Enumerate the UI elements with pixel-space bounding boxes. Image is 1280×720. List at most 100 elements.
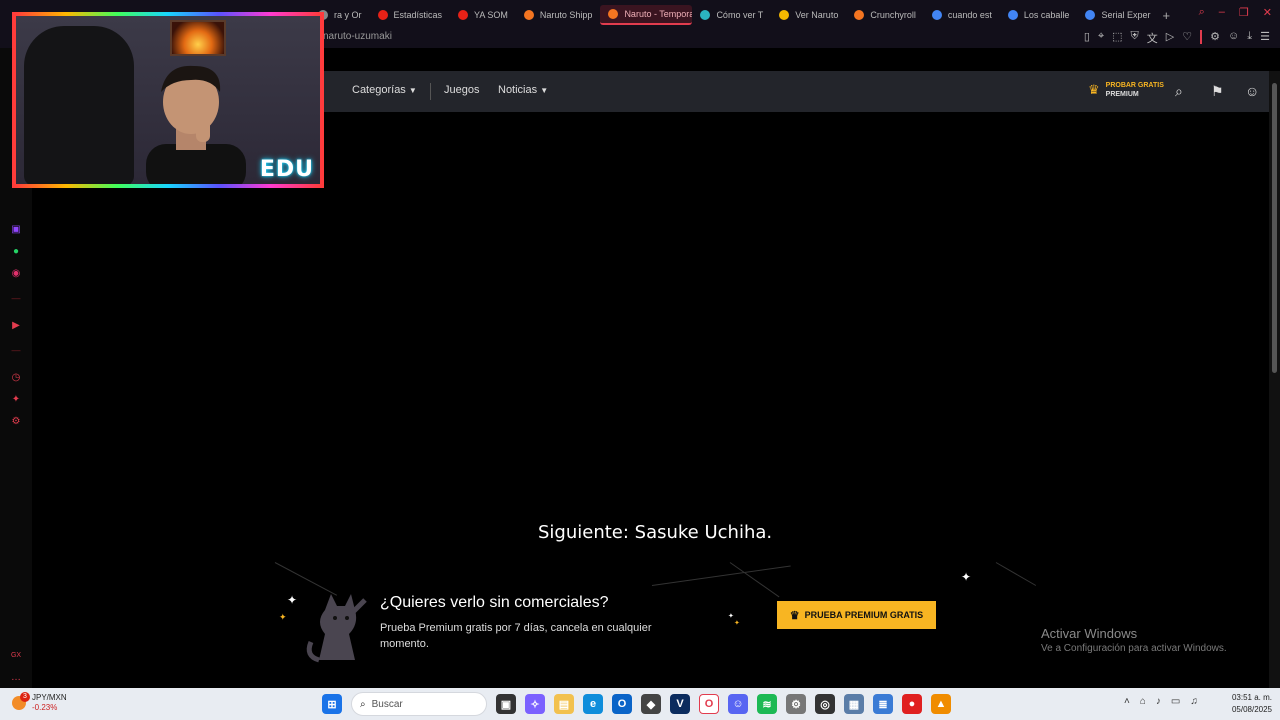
- more-icon[interactable]: …: [10, 672, 22, 684]
- gx-logo-icon[interactable]: GX: [10, 650, 22, 662]
- search-tabs-icon[interactable]: ⌕: [1199, 6, 1205, 19]
- close-icon[interactable]: ✕: [1263, 6, 1272, 19]
- menu-icon[interactable]: ☰: [1260, 30, 1270, 46]
- extensions-icon[interactable]: ✦: [10, 394, 22, 406]
- new-tab-button[interactable]: +: [1162, 8, 1170, 23]
- taskbar-clock[interactable]: 03:51 a. m. 05/08/2025: [1224, 692, 1272, 716]
- browser-tab[interactable]: Crunchyroll: [846, 5, 924, 25]
- browser-toolbar: ▯ ⌖ ⬚ ⛨ 文 ▷ ♡ ⚙ ☺ ⤓ ☰: [1084, 30, 1270, 46]
- profile-icon[interactable]: ☺: [1228, 30, 1239, 46]
- microphone-icon[interactable]: ♪: [1156, 696, 1161, 707]
- stock-ticker-widget[interactable]: 3 JPY/MXN -0.23%: [12, 692, 67, 713]
- player-icon[interactable]: ▷: [1166, 30, 1174, 46]
- tab-favicon-icon: [608, 9, 619, 19]
- edge-icon[interactable]: e: [583, 694, 603, 714]
- whatsapp-icon[interactable]: ●: [10, 246, 22, 258]
- browser-tab[interactable]: Cómo ver T: [692, 5, 771, 25]
- translate-icon[interactable]: 文: [1147, 30, 1158, 46]
- ticker-change: -0.23%: [32, 703, 58, 712]
- file-explorer-icon[interactable]: ▤: [554, 694, 574, 714]
- recorder-icon[interactable]: ●: [902, 694, 922, 714]
- webcam-overlay: EDU: [12, 12, 324, 188]
- sparkle-icon: ✦: [734, 620, 740, 627]
- browser-tab[interactable]: Naruto - Temporada 1: [600, 5, 693, 25]
- copilot-icon[interactable]: ✧: [525, 694, 545, 714]
- sparkle-icon: ✦: [728, 613, 734, 620]
- heart-icon[interactable]: ♡: [1182, 30, 1192, 46]
- browser-tab[interactable]: Ver Naruto: [771, 5, 846, 25]
- gaming-chair: [24, 26, 134, 184]
- premium-label: PROBAR GRATIS PREMIUM: [1106, 81, 1164, 99]
- try-premium-button[interactable]: ♛ PRUEBA PREMIUM GRATIS: [777, 601, 936, 629]
- video-player[interactable]: [32, 112, 1269, 688]
- try-premium-link[interactable]: ♛ PROBAR GRATIS PREMIUM: [1088, 81, 1164, 99]
- browser-tab[interactable]: YA SOM: [450, 5, 516, 25]
- chevron-up-icon[interactable]: ˄: [1124, 696, 1130, 707]
- settings-icon[interactable]: ⚙: [10, 416, 22, 428]
- restore-icon[interactable]: ❐: [1239, 6, 1249, 19]
- promo-description: Prueba Premium gratis por 7 días, cancel…: [380, 622, 652, 650]
- tab-favicon-icon: [523, 10, 534, 20]
- search-icon[interactable]: ⌕: [1175, 83, 1183, 100]
- crown-icon: ♛: [789, 609, 800, 622]
- nav-games[interactable]: Juegos: [444, 84, 479, 96]
- calculator-icon[interactable]: ▦: [844, 694, 864, 714]
- start-windows-icon[interactable]: ⊞: [322, 694, 342, 714]
- tab-label: cuando est: [947, 10, 992, 20]
- bookmark-icon[interactable]: ⚑: [1211, 83, 1224, 100]
- scrollbar-thumb[interactable]: [1272, 83, 1277, 373]
- vegas-icon[interactable]: V: [670, 694, 690, 714]
- browser-tab[interactable]: cuando est: [924, 5, 1000, 25]
- network-icon[interactable]: ⌂: [1140, 696, 1146, 707]
- twitch-icon[interactable]: ▣: [10, 224, 22, 236]
- taskbar-apps: ⊞ ⌕ Buscar ▣ ✧ ▤ e O ◆ V O ☺ ≋ ⚙ ◎ ▦ ≣ ●…: [322, 692, 951, 716]
- nav-news-label: Noticias: [498, 84, 538, 96]
- tab-list: ra y Or Estadísticas YA SOM Naruto Shipp Nar…: [310, 4, 1170, 26]
- player-icon[interactable]: ▶: [10, 320, 22, 332]
- browser-tab[interactable]: Naruto Shipp: [516, 5, 601, 25]
- history-icon[interactable]: ◷: [10, 372, 22, 384]
- task-view-icon[interactable]: ▣: [496, 694, 516, 714]
- shield-icon[interactable]: ⛨: [1131, 30, 1139, 46]
- pin-icon[interactable]: ⌖: [1098, 30, 1104, 46]
- extensions-icon[interactable]: ⚙: [1210, 30, 1220, 46]
- snapshot-icon[interactable]: ⬚: [1112, 30, 1122, 46]
- tab-label: Serial Exper: [1101, 10, 1151, 20]
- settings-icon[interactable]: ⚙: [786, 694, 806, 714]
- notepad-icon[interactable]: ≣: [873, 694, 893, 714]
- split-view-icon[interactable]: ▯: [1084, 30, 1090, 46]
- crown-icon: ♛: [1088, 82, 1100, 97]
- tab-label: Naruto Shipp: [539, 10, 593, 20]
- tab-favicon-icon: [700, 10, 711, 20]
- spotify-icon[interactable]: ≋: [757, 694, 777, 714]
- user-icon[interactable]: ☺: [1245, 83, 1259, 99]
- vlc-icon[interactable]: ▲: [931, 694, 951, 714]
- try-premium-button-label: PRUEBA PREMIUM GRATIS: [804, 610, 924, 620]
- clock-time: 03:51 a. m.: [1231, 693, 1272, 702]
- tab-favicon-icon: [854, 10, 865, 20]
- tab-label: Estadísticas: [393, 10, 443, 20]
- nav-categories[interactable]: Categorías ▼: [352, 84, 417, 96]
- taskbar-search[interactable]: ⌕ Buscar: [351, 692, 487, 716]
- url-text[interactable]: naruto-uzumaki: [323, 31, 392, 42]
- browser-tab[interactable]: Serial Exper: [1077, 5, 1158, 25]
- app-icon[interactable]: ◆: [641, 694, 661, 714]
- instagram-icon[interactable]: ◉: [10, 268, 22, 280]
- nav-divider: [430, 83, 431, 100]
- screen: ra y Or Estadísticas YA SOM Naruto Shipp Nar…: [0, 0, 1280, 720]
- nav-news[interactable]: Noticias ▼: [498, 84, 548, 96]
- display-icon[interactable]: ▭: [1171, 696, 1180, 707]
- page-scrollbar[interactable]: [1269, 71, 1280, 688]
- activate-windows-title: Activar Windows: [1041, 626, 1138, 641]
- outlook-icon[interactable]: O: [612, 694, 632, 714]
- volume-icon[interactable]: ♫: [1190, 696, 1198, 707]
- discord-icon[interactable]: ☺: [728, 694, 748, 714]
- opera-gx-icon[interactable]: O: [699, 694, 719, 714]
- sidebar-divider: —: [11, 293, 21, 303]
- minimize-icon[interactable]: –: [1219, 6, 1225, 19]
- obs-icon[interactable]: ◎: [815, 694, 835, 714]
- download-icon[interactable]: ⤓: [1247, 30, 1252, 46]
- browser-tab[interactable]: Estadísticas: [370, 5, 451, 25]
- premium-line1: PROBAR GRATIS: [1105, 82, 1164, 89]
- browser-tab[interactable]: Los caballe: [1000, 5, 1078, 25]
